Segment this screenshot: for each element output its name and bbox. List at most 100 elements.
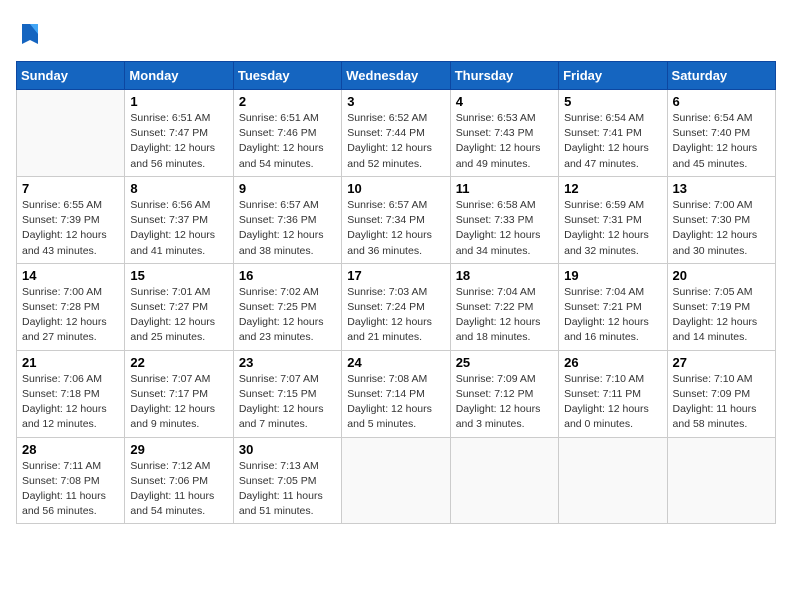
header-wednesday: Wednesday <box>342 62 450 90</box>
calendar-cell: 17 Sunrise: 7:03 AM Sunset: 7:24 PM Dayli… <box>342 263 450 350</box>
day-info: Sunrise: 6:58 AM Sunset: 7:33 PM Dayligh… <box>456 198 553 259</box>
day-number: 2 <box>239 94 336 109</box>
day-number: 12 <box>564 181 661 196</box>
day-info: Sunrise: 7:08 AM Sunset: 7:14 PM Dayligh… <box>347 372 444 433</box>
day-number: 24 <box>347 355 444 370</box>
header-tuesday: Tuesday <box>233 62 341 90</box>
calendar-cell: 9 Sunrise: 6:57 AM Sunset: 7:36 PM Daylig… <box>233 176 341 263</box>
calendar-cell: 30 Sunrise: 7:13 AM Sunset: 7:05 PM Dayli… <box>233 437 341 524</box>
day-number: 27 <box>673 355 770 370</box>
day-info: Sunrise: 6:54 AM Sunset: 7:41 PM Dayligh… <box>564 111 661 172</box>
day-info: Sunrise: 7:00 AM Sunset: 7:28 PM Dayligh… <box>22 285 119 346</box>
day-info: Sunrise: 7:00 AM Sunset: 7:30 PM Dayligh… <box>673 198 770 259</box>
header-thursday: Thursday <box>450 62 558 90</box>
logo-icon <box>18 20 42 48</box>
calendar-cell: 10 Sunrise: 6:57 AM Sunset: 7:34 PM Dayli… <box>342 176 450 263</box>
day-info: Sunrise: 7:12 AM Sunset: 7:06 PM Dayligh… <box>130 459 227 520</box>
day-number: 6 <box>673 94 770 109</box>
day-number: 1 <box>130 94 227 109</box>
day-info: Sunrise: 7:10 AM Sunset: 7:11 PM Dayligh… <box>564 372 661 433</box>
day-number: 21 <box>22 355 119 370</box>
calendar-cell: 4 Sunrise: 6:53 AM Sunset: 7:43 PM Daylig… <box>450 90 558 177</box>
day-info: Sunrise: 6:51 AM Sunset: 7:46 PM Dayligh… <box>239 111 336 172</box>
day-number: 22 <box>130 355 227 370</box>
calendar-cell: 19 Sunrise: 7:04 AM Sunset: 7:21 PM Dayli… <box>559 263 667 350</box>
day-number: 25 <box>456 355 553 370</box>
header-monday: Monday <box>125 62 233 90</box>
calendar-week-row: 14 Sunrise: 7:00 AM Sunset: 7:28 PM Dayli… <box>17 263 776 350</box>
day-number: 10 <box>347 181 444 196</box>
calendar-cell: 6Sunrise: 6:54 AM Sunset: 7:40 PM Daylig… <box>667 90 775 177</box>
logo <box>16 20 42 53</box>
day-info: Sunrise: 6:57 AM Sunset: 7:36 PM Dayligh… <box>239 198 336 259</box>
calendar-cell <box>17 90 125 177</box>
day-number: 11 <box>456 181 553 196</box>
calendar-cell: 25 Sunrise: 7:09 AM Sunset: 7:12 PM Dayli… <box>450 350 558 437</box>
day-number: 8 <box>130 181 227 196</box>
day-info: Sunrise: 6:52 AM Sunset: 7:44 PM Dayligh… <box>347 111 444 172</box>
day-number: 17 <box>347 268 444 283</box>
calendar-table: SundayMondayTuesdayWednesdayThursdayFrid… <box>16 61 776 524</box>
day-info: Sunrise: 6:55 AM Sunset: 7:39 PM Dayligh… <box>22 198 119 259</box>
day-number: 9 <box>239 181 336 196</box>
day-info: Sunrise: 6:59 AM Sunset: 7:31 PM Dayligh… <box>564 198 661 259</box>
day-number: 30 <box>239 442 336 457</box>
calendar-cell: 8 Sunrise: 6:56 AM Sunset: 7:37 PM Daylig… <box>125 176 233 263</box>
calendar-cell: 24 Sunrise: 7:08 AM Sunset: 7:14 PM Dayli… <box>342 350 450 437</box>
day-info: Sunrise: 7:07 AM Sunset: 7:17 PM Dayligh… <box>130 372 227 433</box>
calendar-cell <box>450 437 558 524</box>
day-number: 5 <box>564 94 661 109</box>
day-info: Sunrise: 7:06 AM Sunset: 7:18 PM Dayligh… <box>22 372 119 433</box>
calendar-cell: 5 Sunrise: 6:54 AM Sunset: 7:41 PM Daylig… <box>559 90 667 177</box>
calendar-header-row: SundayMondayTuesdayWednesdayThursdayFrid… <box>17 62 776 90</box>
day-number: 13 <box>673 181 770 196</box>
day-number: 16 <box>239 268 336 283</box>
page-header <box>16 16 776 53</box>
calendar-week-row: 21 Sunrise: 7:06 AM Sunset: 7:18 PM Dayli… <box>17 350 776 437</box>
day-info: Sunrise: 7:04 AM Sunset: 7:21 PM Dayligh… <box>564 285 661 346</box>
day-number: 18 <box>456 268 553 283</box>
calendar-cell: 21 Sunrise: 7:06 AM Sunset: 7:18 PM Dayli… <box>17 350 125 437</box>
calendar-cell: 22 Sunrise: 7:07 AM Sunset: 7:17 PM Dayli… <box>125 350 233 437</box>
calendar-cell: 27 Sunrise: 7:10 AM Sunset: 7:09 PM Dayli… <box>667 350 775 437</box>
calendar-cell: 18 Sunrise: 7:04 AM Sunset: 7:22 PM Dayli… <box>450 263 558 350</box>
calendar-cell: 15Sunrise: 7:01 AM Sunset: 7:27 PM Dayli… <box>125 263 233 350</box>
calendar-cell: 7 Sunrise: 6:55 AM Sunset: 7:39 PM Daylig… <box>17 176 125 263</box>
day-number: 7 <box>22 181 119 196</box>
calendar-cell: 29 Sunrise: 7:12 AM Sunset: 7:06 PM Dayli… <box>125 437 233 524</box>
calendar-cell: 20Sunrise: 7:05 AM Sunset: 7:19 PM Dayli… <box>667 263 775 350</box>
calendar-cell <box>667 437 775 524</box>
calendar-cell: 14 Sunrise: 7:00 AM Sunset: 7:28 PM Dayli… <box>17 263 125 350</box>
day-number: 20 <box>673 268 770 283</box>
day-info: Sunrise: 7:10 AM Sunset: 7:09 PM Dayligh… <box>673 372 770 433</box>
day-info: Sunrise: 6:56 AM Sunset: 7:37 PM Dayligh… <box>130 198 227 259</box>
day-info: Sunrise: 6:57 AM Sunset: 7:34 PM Dayligh… <box>347 198 444 259</box>
calendar-cell: 1 Sunrise: 6:51 AM Sunset: 7:47 PM Daylig… <box>125 90 233 177</box>
day-info: Sunrise: 6:51 AM Sunset: 7:47 PM Dayligh… <box>130 111 227 172</box>
calendar-cell: 16 Sunrise: 7:02 AM Sunset: 7:25 PM Dayli… <box>233 263 341 350</box>
day-info: Sunrise: 6:53 AM Sunset: 7:43 PM Dayligh… <box>456 111 553 172</box>
day-info: Sunrise: 7:11 AM Sunset: 7:08 PM Dayligh… <box>22 459 119 520</box>
calendar-cell: 23Sunrise: 7:07 AM Sunset: 7:15 PM Dayli… <box>233 350 341 437</box>
calendar-cell: 12 Sunrise: 6:59 AM Sunset: 7:31 PM Dayli… <box>559 176 667 263</box>
day-number: 19 <box>564 268 661 283</box>
day-number: 4 <box>456 94 553 109</box>
calendar-cell <box>559 437 667 524</box>
calendar-cell: 28Sunrise: 7:11 AM Sunset: 7:08 PM Dayli… <box>17 437 125 524</box>
day-number: 26 <box>564 355 661 370</box>
day-info: Sunrise: 7:02 AM Sunset: 7:25 PM Dayligh… <box>239 285 336 346</box>
calendar-cell: 26 Sunrise: 7:10 AM Sunset: 7:11 PM Dayli… <box>559 350 667 437</box>
calendar-week-row: 28Sunrise: 7:11 AM Sunset: 7:08 PM Dayli… <box>17 437 776 524</box>
day-number: 29 <box>130 442 227 457</box>
calendar-week-row: 1 Sunrise: 6:51 AM Sunset: 7:47 PM Daylig… <box>17 90 776 177</box>
calendar-cell: 3Sunrise: 6:52 AM Sunset: 7:44 PM Daylig… <box>342 90 450 177</box>
header-saturday: Saturday <box>667 62 775 90</box>
day-number: 14 <box>22 268 119 283</box>
calendar-cell: 2 Sunrise: 6:51 AM Sunset: 7:46 PM Daylig… <box>233 90 341 177</box>
day-info: Sunrise: 7:09 AM Sunset: 7:12 PM Dayligh… <box>456 372 553 433</box>
header-friday: Friday <box>559 62 667 90</box>
day-info: Sunrise: 7:13 AM Sunset: 7:05 PM Dayligh… <box>239 459 336 520</box>
day-number: 15 <box>130 268 227 283</box>
day-info: Sunrise: 7:03 AM Sunset: 7:24 PM Dayligh… <box>347 285 444 346</box>
day-info: Sunrise: 7:04 AM Sunset: 7:22 PM Dayligh… <box>456 285 553 346</box>
